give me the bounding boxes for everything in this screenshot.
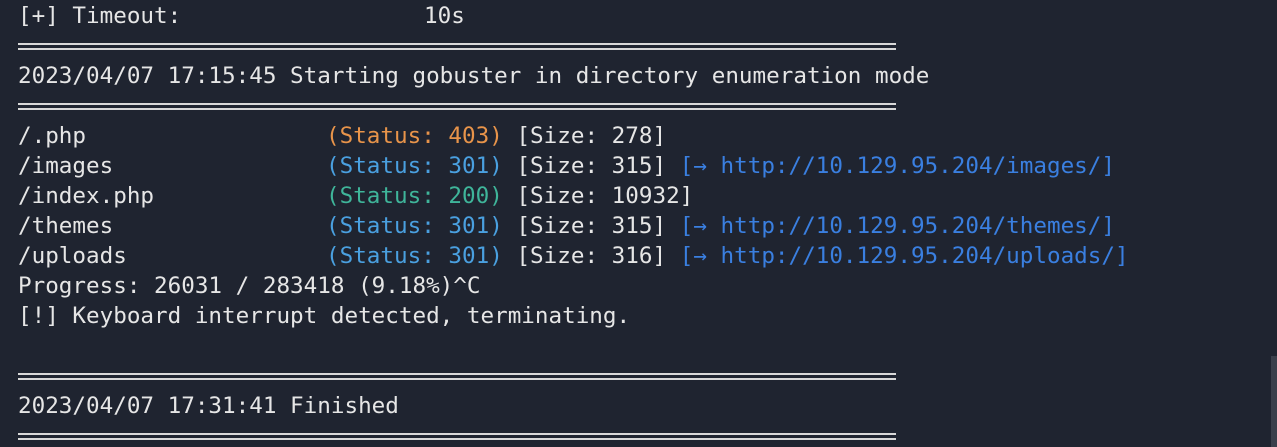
result-size: [Size: 315] [516,153,667,179]
status-code: (Status: 301) [326,213,503,239]
timeout-label: [+] Timeout: [18,3,182,29]
status-code: (Status: 301) [326,243,503,269]
result-row: /.php (Status: 403) [Size: 278] [18,121,1277,151]
separator [18,91,1277,121]
redirect-link[interactable]: [→ http://10.129.95.204/uploads/] [680,243,1129,269]
redirect-link[interactable]: [→ http://10.129.95.204/images/] [680,153,1115,179]
result-row: /themes (Status: 301) [Size: 315] [→ http… [18,211,1277,241]
start-line: 2023/04/07 17:15:45 Starting gobuster in… [18,63,930,89]
result-path: /uploads [18,243,127,269]
result-size: [Size: 316] [516,243,667,269]
status-code: (Status: 200) [326,183,503,209]
finished-line: 2023/04/07 17:31:41 Finished [18,393,399,419]
result-row: /uploads (Status: 301) [Size: 316] [→ htt… [18,241,1277,271]
scrollbar-thumb[interactable] [1271,356,1277,447]
timeout-line: [+] Timeout: 10s [18,1,1277,31]
result-path: /index.php [18,183,155,209]
results-list: /.php (Status: 403) [Size: 278] /images (St… [18,121,1277,271]
status-code: (Status: 301) [326,153,503,179]
result-row: /index.php (Status: 200) [Size: 10932] [18,181,1277,211]
separator [18,361,1277,391]
result-size: [Size: 278] [516,123,667,149]
separator [18,421,1277,447]
result-size: [Size: 10932] [516,183,694,209]
result-path: /images [18,153,114,179]
result-row: /images (Status: 301) [Size: 315] [→ http… [18,151,1277,181]
status-code: (Status: 403) [326,123,503,149]
separator [18,31,1277,61]
redirect-link[interactable]: [→ http://10.129.95.204/themes/] [680,213,1115,239]
result-size: [Size: 315] [516,213,667,239]
timeout-value: 10s [424,3,465,29]
result-path: /.php [18,123,87,149]
progress-line: Progress: 26031 / 283418 (9.18%)^C [18,273,481,299]
interrupt-line: [!] Keyboard interrupt detected, termina… [18,303,631,329]
result-path: /themes [18,213,114,239]
terminal-window[interactable]: [+] Timeout: 10s 2023/04/07 17:15:45 Star… [0,0,1277,447]
